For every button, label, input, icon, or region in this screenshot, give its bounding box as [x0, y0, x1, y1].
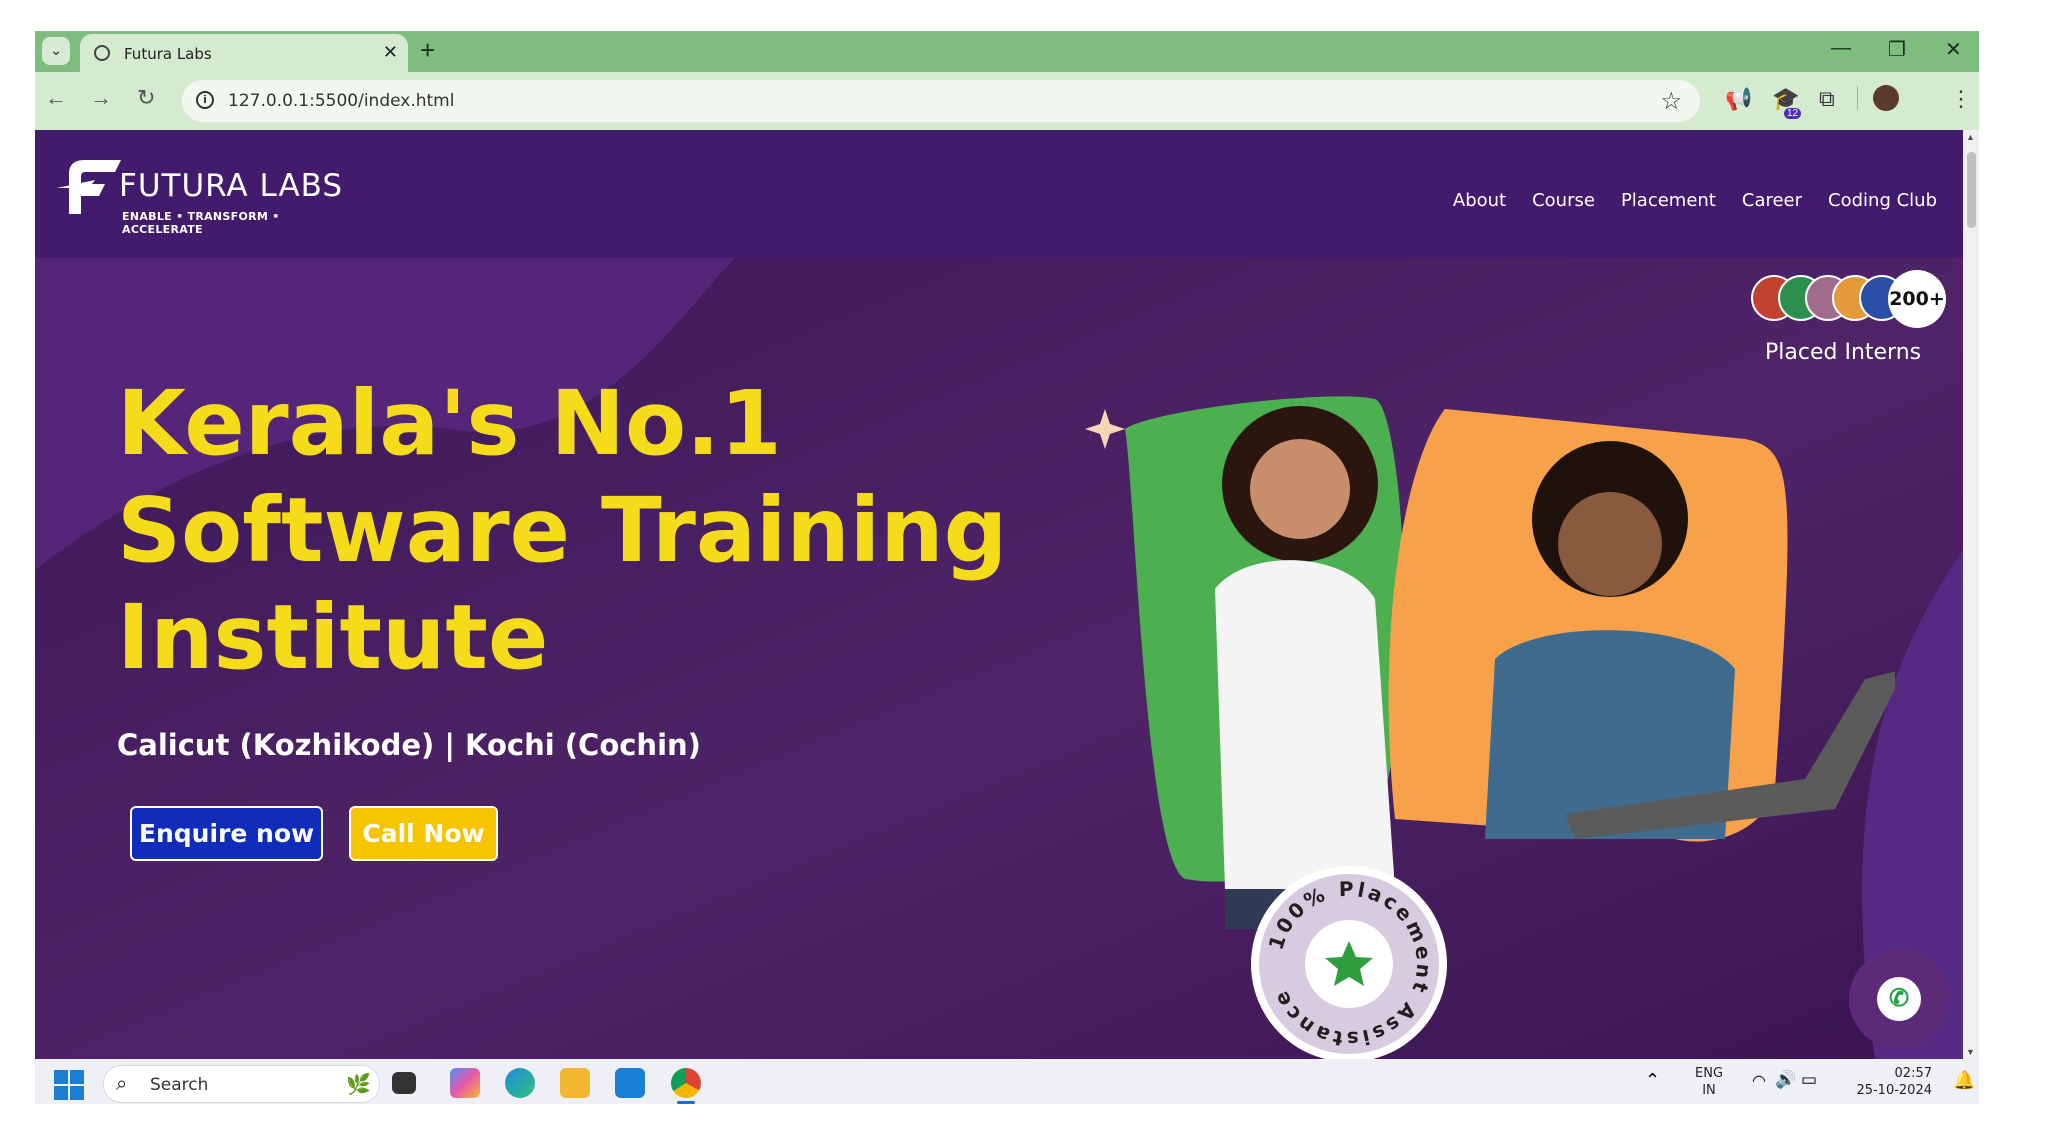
hero-headline: Kerala's No.1 Software Training Institut… [117, 370, 1017, 691]
hero-illustration [1085, 396, 1895, 1059]
task-view-icon[interactable] [392, 1072, 416, 1094]
tab-strip: ⌄ Futura Labs ✕ + — ❐ ✕ [35, 31, 1979, 72]
new-tab-button[interactable]: + [420, 35, 435, 66]
main-nav: About Course Placement Career Coding Clu… [1453, 190, 1937, 211]
menu-kebab-icon[interactable]: ⋮ [1950, 86, 1972, 112]
bookmark-star-icon[interactable]: ☆ [1660, 87, 1682, 116]
extensions-puzzle-icon[interactable]: ⧉ [1819, 86, 1835, 112]
hero-locations: Calicut (Kozhikode) | Kochi (Cochin) [117, 728, 701, 762]
url-text: 127.0.0.1:5500/index.html [228, 91, 455, 111]
megaphone-extension-icon[interactable]: 📢 [1725, 86, 1752, 112]
browser-toolbar: ← → ↻ i 127.0.0.1:5500/index.html ☆ 📢 🎓 … [35, 72, 1979, 130]
futura-labs-logo[interactable]: FUTURA LABS ENABLE • TRANSFORM • ACCELER… [55, 154, 355, 236]
tab-futura-labs[interactable]: Futura Labs ✕ [80, 34, 408, 72]
taskbar: ⌕ Search 🌿 ⌃ ENG IN ◠ 🔊 ▭ 02:57 25-10-20… [35, 1059, 1979, 1104]
battery-icon[interactable]: ▭ [1801, 1070, 1817, 1090]
nav-placement[interactable]: Placement [1621, 190, 1716, 211]
clock-date: 25-10-2024 [1856, 1083, 1932, 1098]
logo-tagline: ENABLE • TRANSFORM • ACCELERATE [122, 210, 280, 236]
active-app-indicator [677, 1101, 695, 1104]
system-tray: ⌃ ENG IN ◠ 🔊 ▭ 02:57 25-10-2024 🔔 [1635, 1059, 1979, 1104]
notification-bell-icon[interactable]: 🔔 [1953, 1070, 1975, 1091]
profile-avatar[interactable] [1873, 85, 1899, 111]
site-header: FUTURA LABS ENABLE • TRANSFORM • ACCELER… [35, 130, 1963, 258]
taskbar-search[interactable]: ⌕ Search 🌿 [103, 1065, 380, 1103]
whatsapp-icon: ✆ [1877, 977, 1921, 1021]
badge-text: 100% Placement Assistance [1264, 877, 1434, 1051]
windows-start-icon[interactable] [54, 1070, 84, 1100]
page-scrollbar[interactable]: ▲ ▼ [1963, 130, 1979, 1059]
browser-window: ⌄ Futura Labs ✕ + — ❐ ✕ ← → ↻ i 127.0.0.… [35, 31, 1979, 1104]
headline-line-2: Software Training [117, 478, 1008, 582]
vscode-icon[interactable] [615, 1068, 645, 1098]
forward-arrow-icon[interactable]: → [90, 85, 112, 111]
restore-icon[interactable]: ❐ [1888, 37, 1906, 62]
page-viewport: FUTURA LABS ENABLE • TRANSFORM • ACCELER… [35, 130, 1963, 1059]
tab-search-button[interactable]: ⌄ [42, 37, 70, 65]
placed-interns: 200+ Placed Interns [1751, 270, 1951, 380]
chrome-icon[interactable] [671, 1068, 701, 1098]
hero-section: Kerala's No.1 Software Training Institut… [35, 258, 1963, 1059]
placement-badge: 100% Placement Assistance [1264, 877, 1437, 1051]
lang-code: ENG [1695, 1066, 1724, 1081]
copilot-icon[interactable] [450, 1068, 480, 1098]
scroll-thumb[interactable] [1967, 152, 1976, 228]
enquire-now-button[interactable]: Enquire now [130, 806, 323, 861]
svg-text:100% Placement Assistance: 100% Placement Assistance [1264, 877, 1437, 1051]
interns-label: Placed Interns [1765, 340, 1922, 365]
tab-title: Futura Labs [124, 45, 212, 63]
tab-close-icon[interactable]: ✕ [383, 42, 398, 63]
minimize-icon[interactable]: — [1831, 37, 1851, 60]
taskbar-search-label: Search [150, 1075, 209, 1095]
search-icon: ⌕ [116, 1073, 128, 1095]
logo-f-icon [57, 160, 121, 214]
file-explorer-icon[interactable] [560, 1068, 590, 1098]
back-arrow-icon[interactable]: ← [45, 85, 67, 111]
region-code: IN [1702, 1083, 1716, 1098]
nav-career[interactable]: Career [1742, 190, 1802, 211]
headline-line-1: Kerala's No.1 [117, 371, 782, 475]
globe-icon [94, 45, 110, 61]
clock[interactable]: 02:57 25-10-2024 [1842, 1065, 1932, 1099]
extension-badge: 12 [1784, 108, 1802, 119]
call-now-button[interactable]: Call Now [349, 806, 498, 861]
clock-time: 02:57 [1894, 1066, 1932, 1081]
nav-coding-club[interactable]: Coding Club [1828, 190, 1937, 211]
close-window-icon[interactable]: ✕ [1945, 37, 1962, 62]
nav-course[interactable]: Course [1532, 190, 1595, 211]
logo-name: FUTURA LABS [119, 168, 344, 204]
volume-icon[interactable]: 🔊 [1775, 1070, 1796, 1090]
scroll-up-arrow-icon[interactable]: ▲ [1966, 132, 1975, 142]
search-highlight-icon: 🌿 [346, 1074, 371, 1096]
site-info-icon[interactable]: i [196, 91, 214, 109]
headline-line-3: Institute [117, 585, 549, 689]
nav-about[interactable]: About [1453, 190, 1506, 211]
whatsapp-button[interactable]: ✆ [1849, 949, 1949, 1049]
toolbar-divider [1857, 86, 1858, 110]
reload-icon[interactable]: ↻ [137, 85, 155, 111]
interns-count-badge: 200+ [1888, 270, 1946, 328]
language-indicator[interactable]: ENG IN [1695, 1065, 1723, 1099]
wifi-icon[interactable]: ◠ [1752, 1071, 1766, 1091]
edge-icon[interactable] [505, 1068, 535, 1098]
address-bar[interactable]: i 127.0.0.1:5500/index.html ☆ [182, 80, 1700, 122]
scroll-down-arrow-icon[interactable]: ▼ [1966, 1047, 1975, 1057]
chevron-up-icon[interactable]: ⌃ [1645, 1070, 1660, 1091]
